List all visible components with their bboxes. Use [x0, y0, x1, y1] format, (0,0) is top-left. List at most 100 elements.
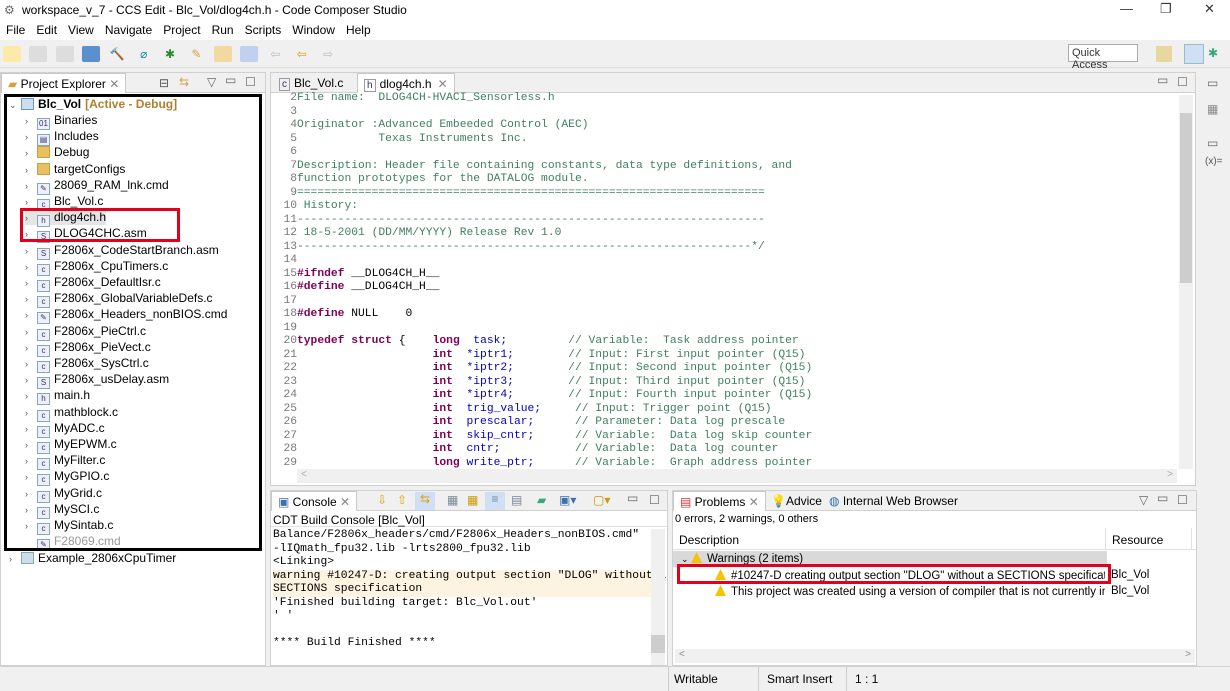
outline-view-icon[interactable]: ▦	[1207, 102, 1218, 116]
build-hammer-icon[interactable]: 🔨	[108, 46, 126, 62]
problem-row[interactable]: This project was created using a version…	[673, 584, 1196, 600]
search-icon[interactable]: ⌀	[135, 46, 153, 62]
code-line: 18#define NULL 0	[271, 307, 412, 321]
annotation-black-box	[4, 94, 262, 551]
horizontal-scrollbar[interactable]: < >	[675, 649, 1195, 663]
vertical-scrollbar[interactable]	[1179, 95, 1193, 469]
restore-icon[interactable]: ▭	[1207, 76, 1218, 90]
line-number: 8	[290, 173, 297, 185]
column-header-description[interactable]: Description	[679, 533, 739, 547]
ccs-edit-perspective-icon[interactable]	[1184, 44, 1204, 64]
terminal-icon[interactable]	[82, 46, 101, 62]
close-icon[interactable]: ✕	[109, 77, 119, 91]
console-output[interactable]: Balance/F2806x_headers/cmd/F2806x_Header…	[273, 529, 666, 651]
open-resource-icon[interactable]	[240, 46, 259, 62]
ccs-debug-perspective-icon[interactable]: ✱	[1208, 46, 1224, 62]
code-token: write_ptr;	[459, 456, 535, 469]
maximize-button[interactable]: ❐	[1160, 1, 1172, 17]
last-edit-icon[interactable]: ⇦	[266, 46, 284, 62]
tab-internal-web-browser[interactable]: ◍ Internal Web Browser	[823, 491, 964, 511]
save-all-icon[interactable]	[55, 46, 74, 62]
column-header-resource[interactable]: Resource	[1105, 528, 1169, 550]
c-file-icon: c	[279, 78, 290, 91]
tab-console[interactable]: ▣ Console ✕	[271, 491, 358, 511]
tab-problems[interactable]: ▤ Problems ✕	[673, 491, 766, 511]
new-console-icon[interactable]: ▰	[537, 493, 546, 507]
horizontal-scrollbar[interactable]: < >	[297, 469, 1177, 483]
code-line: 29 long write_ptr; // Variable: Graph ad…	[271, 456, 812, 470]
view-menu-icon[interactable]: ▽	[1139, 493, 1148, 507]
maximize-view-icon[interactable]: ☐	[649, 493, 660, 507]
minimize-view-icon[interactable]: ▭	[1157, 73, 1168, 87]
link-editor-icon[interactable]: ⇆	[179, 75, 189, 89]
scroll-lock-icon[interactable]: ⇆	[415, 492, 435, 510]
menu-help[interactable]: Help	[340, 20, 376, 37]
flash-icon[interactable]: ✎	[187, 46, 205, 62]
view-menu-icon[interactable]: ▽	[207, 75, 216, 89]
menu-view[interactable]: View	[62, 20, 99, 37]
show-console-icon[interactable]: ▦	[447, 493, 458, 507]
code-line: 8function prototypes for the DATALOG mod…	[271, 172, 588, 186]
open-console-icon[interactable]: ▢▾	[593, 493, 610, 507]
line-number: 6	[290, 146, 297, 158]
restore-icon[interactable]: ▭	[1207, 136, 1218, 150]
next-icon[interactable]: ⇩	[377, 493, 387, 507]
menu-file[interactable]: File	[0, 20, 30, 37]
minimize-view-icon[interactable]: ▭	[627, 491, 638, 505]
project-icon	[21, 552, 34, 564]
previous-icon[interactable]: ⇧	[397, 493, 407, 507]
line-number: 10	[283, 200, 297, 212]
code-token: __DLOG4CH_H__	[344, 281, 440, 293]
menu-scripts[interactable]: Scripts	[239, 20, 287, 37]
line-number: 22	[283, 362, 297, 374]
maximize-view-icon[interactable]: ☐	[1177, 493, 1188, 507]
code-token: Description: Header file containing cons…	[297, 159, 792, 172]
minimize-view-icon[interactable]: ▭	[1157, 491, 1168, 505]
code-line: 17	[271, 294, 297, 308]
close-icon[interactable]: ✕	[749, 495, 759, 509]
menu-project[interactable]: Project	[157, 20, 205, 37]
menu-edit[interactable]: Edit	[30, 20, 62, 37]
word-wrap-icon[interactable]: ≡	[485, 492, 505, 510]
minimize-button[interactable]: —	[1120, 1, 1133, 16]
forward-icon[interactable]: ⇨	[319, 46, 337, 62]
code-token: ----------------------------------------…	[297, 213, 765, 226]
tree-item-project[interactable]: › Example_2806xCpuTimer	[9, 550, 176, 566]
code-token: File name: DLOG4CH-HVACI_Sensorless.h	[297, 92, 555, 104]
maximize-view-icon[interactable]: ☐	[245, 75, 256, 89]
code-line: 2File name: DLOG4CH-HVACI_Sensorless.h	[271, 91, 555, 105]
expressions-view-icon[interactable]: (x)=	[1205, 156, 1223, 167]
debug-bug-icon[interactable]: ✱	[161, 46, 179, 62]
tab-blc_vol-c[interactable]: c Blc_Vol.c	[273, 73, 349, 93]
minimize-view-icon[interactable]: ▭	[225, 73, 236, 87]
menu-window[interactable]: Window	[286, 20, 340, 37]
close-button[interactable]: ✕	[1204, 1, 1215, 17]
line-number: 12	[283, 227, 297, 239]
code-token: int	[432, 443, 453, 455]
close-icon[interactable]: ✕	[340, 495, 350, 509]
menu-run[interactable]: Run	[206, 20, 239, 37]
tab-project-explorer[interactable]: ▰ Project Explorer ✕	[1, 73, 127, 93]
maximize-view-icon[interactable]: ☐	[1177, 75, 1188, 89]
clear-console-icon[interactable]: ▤	[511, 493, 522, 507]
line-number: 21	[283, 348, 297, 361]
code-token: #define	[297, 308, 345, 320]
display-console-icon[interactable]: ▣▾	[559, 493, 576, 507]
back-icon[interactable]: ⇦	[293, 46, 311, 62]
close-icon[interactable]: ✕	[438, 77, 448, 91]
open-perspective-icon[interactable]	[1156, 46, 1172, 62]
code-token: *iptr2;	[452, 362, 514, 374]
code-token: long	[432, 335, 460, 347]
new-icon[interactable]	[3, 46, 21, 62]
open-task-icon[interactable]	[213, 46, 232, 62]
collapse-all-icon[interactable]: ⊟	[159, 76, 169, 90]
pin-console-icon[interactable]: ▦	[467, 493, 478, 507]
vertical-scrollbar[interactable]	[651, 529, 665, 665]
save-icon[interactable]	[29, 46, 48, 62]
tab-dlog4ch-h[interactable]: h dlog4ch.h ✕	[357, 73, 455, 93]
chevron-right-icon[interactable]: ›	[9, 551, 21, 567]
tab-advice[interactable]: 💡Advice	[765, 491, 828, 511]
menu-navigate[interactable]: Navigate	[99, 20, 157, 37]
code-token: int	[432, 389, 453, 401]
quick-access-input[interactable]: Quick Access	[1068, 44, 1138, 71]
